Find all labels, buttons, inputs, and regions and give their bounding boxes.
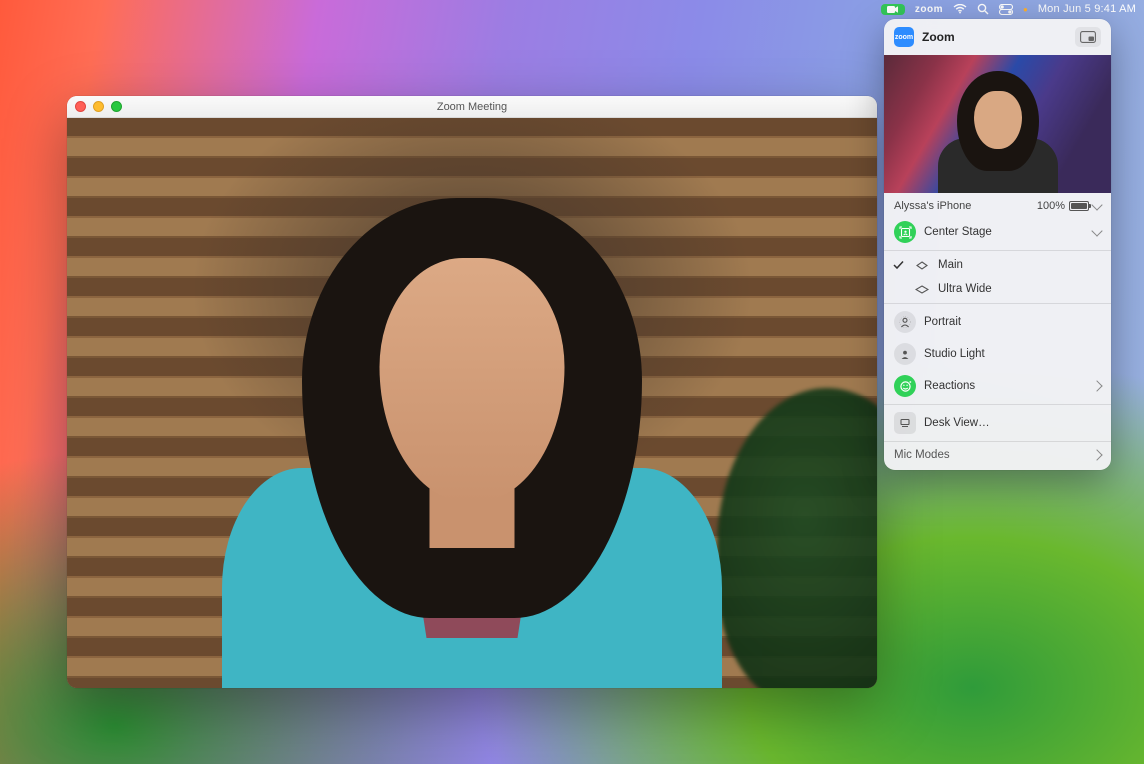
center-stage-row[interactable]: Center Stage (884, 216, 1111, 248)
mic-modes-row[interactable]: Mic Modes (884, 444, 1111, 470)
notification-dot-icon: ● (1023, 5, 1028, 14)
chevron-down-icon (1091, 199, 1102, 210)
desk-view-icon (894, 412, 916, 434)
battery-percentage: 100% (1037, 200, 1065, 212)
main-participant (212, 168, 732, 688)
portrait-label: Portrait (924, 316, 1101, 328)
wifi-icon[interactable] (953, 4, 967, 14)
window-titlebar[interactable]: Zoom Meeting (67, 96, 877, 118)
desk-view-row[interactable]: Desk View… (884, 407, 1111, 439)
self-preview-participant (928, 63, 1068, 193)
divider (884, 404, 1111, 405)
window-maximize-button[interactable] (111, 101, 122, 112)
center-stage-label: Center Stage (924, 226, 1085, 238)
panel-app-name: Zoom (922, 30, 955, 44)
menubar-datetime[interactable]: Mon Jun 5 9:41 AM (1038, 3, 1136, 15)
control-center-icon[interactable] (999, 4, 1013, 15)
camera-device-row[interactable]: Alyssa's iPhone 100% (884, 193, 1111, 216)
desk-view-label: Desk View… (924, 417, 1101, 429)
video-camera-icon (887, 5, 899, 14)
lens-option-ultra-wide[interactable]: Ultra Wide (884, 277, 1111, 301)
background-plant (717, 388, 877, 688)
portrait-icon (894, 311, 916, 333)
video-effects-panel: zoom Zoom Alyssa's iPhone 100% (884, 19, 1111, 470)
lens-option-main[interactable]: Main (884, 253, 1111, 277)
window-title: Zoom Meeting (437, 101, 507, 113)
chevron-down-icon (1091, 225, 1102, 236)
lens-main-label: Main (938, 259, 1101, 271)
center-stage-icon (894, 221, 916, 243)
studio-light-row[interactable]: Studio Light (884, 338, 1111, 370)
checkmark-icon (890, 260, 906, 270)
divider (884, 303, 1111, 304)
zoom-meeting-window: Zoom Meeting (67, 96, 877, 688)
main-video-feed[interactable] (67, 118, 877, 688)
camera-device-name: Alyssa's iPhone (894, 200, 971, 212)
lens-diamond-icon (914, 285, 930, 294)
reactions-label: Reactions (924, 380, 1085, 392)
window-minimize-button[interactable] (93, 101, 104, 112)
studio-light-icon (894, 343, 916, 365)
lens-diamond-icon (914, 261, 930, 270)
divider (884, 250, 1111, 251)
pip-icon (1080, 31, 1096, 43)
mic-modes-label: Mic Modes (894, 449, 1085, 461)
reactions-icon (894, 375, 916, 397)
reactions-row[interactable]: Reactions (884, 370, 1111, 402)
chevron-right-icon (1091, 380, 1102, 391)
desktop-wallpaper: zoom ● Mon Jun 5 9:41 AM Zoom (0, 0, 1144, 764)
divider (884, 441, 1111, 442)
battery-icon (1069, 201, 1089, 211)
studio-light-label: Studio Light (924, 348, 1101, 360)
camera-preview[interactable] (884, 55, 1111, 193)
window-close-button[interactable] (75, 101, 86, 112)
window-traffic-lights (75, 101, 122, 112)
macos-menubar: zoom ● Mon Jun 5 9:41 AM (0, 0, 1144, 18)
chevron-right-icon (1091, 449, 1102, 460)
lens-ultra-wide-label: Ultra Wide (938, 283, 1101, 295)
camera-active-indicator[interactable] (881, 4, 905, 15)
menubar-active-app[interactable]: zoom (915, 4, 943, 15)
portrait-row[interactable]: Portrait (884, 306, 1111, 338)
zoom-app-icon: zoom (894, 27, 914, 47)
spotlight-search-icon[interactable] (977, 3, 989, 15)
panel-header: zoom Zoom (884, 19, 1111, 55)
pip-layout-button[interactable] (1075, 27, 1101, 47)
